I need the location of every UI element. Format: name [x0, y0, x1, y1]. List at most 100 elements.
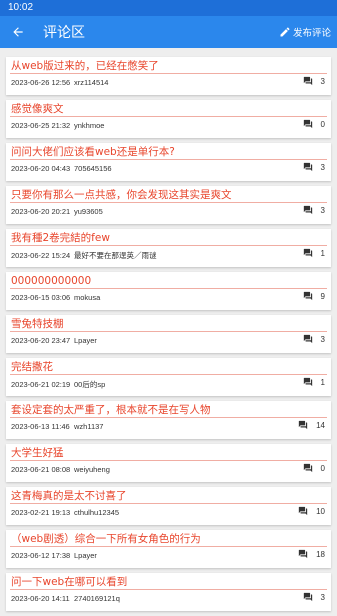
- comment-date: 2023-06-26 12:56: [11, 78, 71, 87]
- comment-card[interactable]: 完结撒花 2023-06-21 02:19 00后的sp 1: [6, 358, 331, 396]
- comment-card[interactable]: 大学生好猛 2023-06-21 08:08 weiyuheng 0: [6, 444, 331, 482]
- reply-count-value: 1: [320, 248, 325, 258]
- comment-user: cthulhu12345: [74, 508, 120, 517]
- comment-date: 2023-06-12 17:38: [11, 551, 71, 560]
- arrow-left-icon: [13, 27, 23, 37]
- comment-title: 雪兔特技棚: [11, 318, 64, 330]
- comment-meta: 2023-06-20 14:11 2740169121q: [11, 594, 120, 603]
- comment-meta: 2023-06-26 12:56 xrz114514: [11, 78, 108, 87]
- comment-date: 2023-06-20 14:11: [11, 594, 70, 603]
- comment-user: xrz114514: [74, 78, 109, 87]
- comment-card[interactable]: 000000000000 2023-06-15 03:06 mokusa 9: [6, 272, 331, 310]
- comment-meta: 2023-06-12 17:38 Lpayer: [11, 551, 97, 560]
- reply-count: 3: [303, 334, 325, 344]
- comment-user: weiyuheng: [74, 465, 110, 474]
- reply-count: 0: [303, 119, 325, 129]
- comment-card[interactable]: 问一下web在哪可以看到 2023-06-20 14:11 2740169121q 3: [6, 573, 331, 611]
- comment-title: 只要你有那么一点共感，你会发现这其实是爽文: [11, 189, 232, 201]
- chat-bubbles-icon: [298, 506, 308, 516]
- chat-bubbles-icon: [303, 334, 312, 344]
- publish-comment-button[interactable]: 发布评论: [279, 16, 331, 48]
- reply-count: 14: [298, 420, 325, 430]
- comment-card[interactable]: 这青梅真的是太不讨喜了 2023-02-21 19:13 cthulhu12345 1…: [6, 487, 331, 525]
- reply-count-value: 0: [320, 463, 325, 473]
- divider: [10, 460, 327, 461]
- comment-title: 从web版过来的，已经在憋笑了: [11, 60, 159, 72]
- status-time: 10:02: [8, 2, 34, 13]
- comment-card[interactable]: 我有種2卷完結的few 2023-06-22 15:24 最好不要在那逞英／雨谜 1: [6, 229, 331, 267]
- chat-bubbles-icon: [298, 549, 308, 559]
- reply-count: 18: [298, 549, 325, 559]
- divider: [10, 417, 327, 418]
- comment-meta: 2023-06-25 21:32 ynkhmoe: [11, 121, 104, 130]
- comment-date: 2023-06-25 21:32: [11, 121, 71, 130]
- comment-title: 问问大佬们应该看web还是单行本?: [11, 146, 175, 158]
- comment-user: wzh1137: [74, 422, 104, 431]
- chat-bubbles-icon: [303, 377, 312, 387]
- comment-card[interactable]: 套设定套的太严重了，根本就不是在写人物 2023-06-13 11:46 wzh11…: [6, 401, 331, 439]
- divider: [10, 73, 327, 74]
- comment-meta: 2023-06-20 23:47 Lpayer: [11, 336, 97, 345]
- comment-meta: 2023-06-15 03:06 mokusa: [11, 293, 100, 302]
- back-button[interactable]: [2, 16, 34, 48]
- chat-bubbles-icon: [303, 463, 312, 473]
- comment-meta: 2023-02-21 19:13 cthulhu12345: [11, 508, 119, 517]
- reply-count-value: 3: [320, 162, 325, 172]
- comment-card[interactable]: 只要你有那么一点共感，你会发现这其实是爽文 2023-06-20 20:21 yu9…: [6, 186, 331, 224]
- comment-card[interactable]: 感觉像爽文 2023-06-25 21:32 ynkhmoe 0: [6, 100, 331, 138]
- comment-date: 2023-06-20 04:43: [11, 164, 71, 173]
- comment-title: 套设定套的太严重了，根本就不是在写人物: [11, 404, 211, 416]
- comment-list: 从web版过来的，已经在憋笑了 2023-06-26 12:56 xrz114514…: [0, 57, 337, 616]
- divider: [10, 589, 327, 590]
- reply-count: 3: [303, 162, 325, 172]
- comment-card[interactable]: （web剧透）综合一下所有女角色的行为 2023-06-12 17:38 Lpaye…: [6, 530, 331, 568]
- chat-bubbles-icon: [303, 205, 312, 215]
- comment-card[interactable]: 从web版过来的，已经在憋笑了 2023-06-26 12:56 xrz114514…: [6, 57, 331, 95]
- divider: [10, 116, 327, 117]
- publish-comment-label: 发布评论: [292, 28, 331, 39]
- reply-count-value: 10: [316, 506, 325, 516]
- divider: [10, 288, 327, 289]
- reply-count: 1: [303, 248, 325, 258]
- reply-count: 9: [303, 291, 325, 301]
- reply-count-value: 3: [320, 334, 325, 344]
- divider: [10, 331, 327, 332]
- comment-title: 这青梅真的是太不讨喜了: [11, 490, 127, 502]
- comment-user: ynkhmoe: [74, 121, 105, 130]
- comment-user: Lpayer: [74, 551, 97, 560]
- comment-date: 2023-06-21 08:08: [11, 465, 71, 474]
- comment-title: （web剧透）综合一下所有女角色的行为: [11, 533, 201, 545]
- reply-count: 0: [303, 463, 325, 473]
- page-title: 评论区: [43, 24, 85, 40]
- divider: [10, 202, 327, 203]
- reply-count-value: 3: [320, 205, 325, 215]
- reply-count: 1: [303, 377, 325, 387]
- divider: [10, 245, 327, 246]
- reply-count: 3: [303, 592, 325, 602]
- comment-date: 2023-06-15 03:06: [11, 293, 71, 302]
- comment-date: 2023-06-21 02:19: [11, 380, 71, 389]
- comment-date: 2023-06-20 23:47: [11, 336, 71, 345]
- comment-date: 2023-06-13 11:46: [11, 422, 70, 431]
- comment-card[interactable]: 问问大佬们应该看web还是单行本? 2023-06-20 04:43 7056451…: [6, 143, 331, 181]
- reply-count: 3: [303, 205, 325, 215]
- comment-date: 2023-06-20 20:21: [11, 207, 71, 216]
- comment-user: Lpayer: [74, 336, 97, 345]
- comment-date: 2023-06-22 15:24: [11, 251, 71, 260]
- chat-bubbles-icon: [298, 420, 308, 430]
- comment-meta: 2023-06-21 08:08 weiyuheng: [11, 465, 110, 474]
- status-bar: 10:02: [0, 0, 337, 16]
- reply-count-value: 14: [316, 420, 325, 430]
- comment-date: 2023-02-21 19:13: [11, 508, 71, 517]
- comment-user: 00后的sp: [74, 380, 106, 389]
- comment-user: yu93605: [74, 207, 103, 216]
- comment-meta: 2023-06-21 02:19 00后的sp: [11, 379, 105, 390]
- pencil-icon: [280, 27, 290, 37]
- reply-count-value: 9: [320, 291, 325, 301]
- comment-card[interactable]: 雪兔特技棚 2023-06-20 23:47 Lpayer 3: [6, 315, 331, 353]
- divider: [10, 159, 327, 160]
- reply-count-value: 0: [320, 119, 325, 129]
- comment-meta: 2023-06-20 04:43 705645156: [11, 164, 112, 173]
- comment-user: 最好不要在那逞英／雨谜: [74, 251, 157, 260]
- chat-bubbles-icon: [303, 119, 312, 129]
